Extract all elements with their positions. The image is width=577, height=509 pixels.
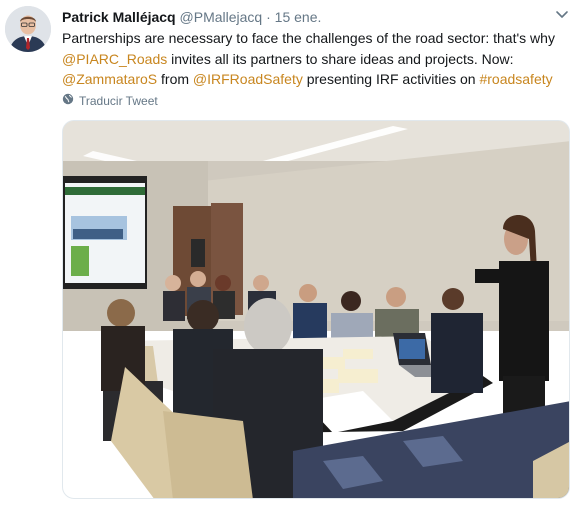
hashtag-link[interactable]: #roadsafety	[479, 71, 552, 87]
mention-zammataro-link[interactable]: @ZammataroS	[62, 71, 157, 87]
tweet-timestamp[interactable]: 15 ene.	[275, 9, 322, 25]
tweet-text: Partnerships are necessary to face the c…	[62, 28, 570, 90]
avatar[interactable]	[5, 6, 51, 52]
translate-tweet-button[interactable]: Traducir Tweet	[62, 93, 158, 108]
tweet-text-segment: presenting IRF activities on	[302, 71, 480, 87]
tweet-header: Patrick Malléjacq @PMallejacq · 15 ene.	[62, 8, 321, 26]
mention-piarc-link[interactable]: @PIARC_Roads	[62, 51, 167, 67]
tweet-photo[interactable]	[62, 120, 570, 499]
author-handle[interactable]: @PMallejacq	[180, 9, 263, 25]
author-name[interactable]: Patrick Malléjacq	[62, 9, 176, 25]
tweet-text-segment: Partnerships are necessary to face the c…	[62, 30, 555, 46]
tweet-text-segment: invites all its partners to share ideas …	[167, 50, 514, 67]
tweet-card: Patrick Malléjacq @PMallejacq · 15 ene. …	[0, 0, 577, 509]
translate-tweet-label: Traducir Tweet	[79, 93, 158, 108]
globe-icon	[62, 93, 74, 108]
mention-irf-link[interactable]: @IRFRoadSafety	[193, 71, 303, 87]
separator-dot: ·	[266, 9, 271, 25]
chevron-down-icon[interactable]	[554, 8, 570, 22]
tweet-text-segment: from	[157, 71, 193, 87]
